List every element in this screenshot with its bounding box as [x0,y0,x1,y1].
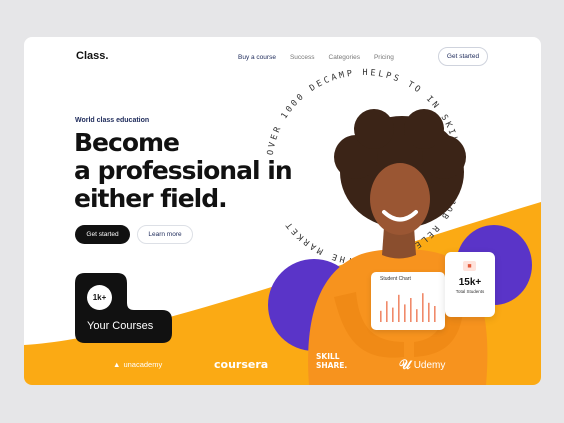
chart-bar [434,306,436,322]
chart-bar [404,304,406,322]
skillshare-line-2: SHARE. [316,361,348,370]
total-students-card[interactable]: ■ 15k+ Total Students [445,252,495,317]
partner-logos: ▲ unacademy coursera SKILL SHARE. 𝒰 Udem… [24,352,541,379]
student-chart-bars [380,293,436,322]
chart-bar [386,301,388,322]
courses-count-badge: 1k+ [87,285,112,310]
udemy-icon: 𝒰 [399,357,411,372]
skillshare-logo[interactable]: SKILL SHARE. [316,352,347,370]
student-photo [308,109,488,385]
student-chart-card[interactable]: Student Chart [371,272,445,330]
landing-card: Class. Buy a course Success Categories P… [24,37,541,385]
unacademy-text: unacademy [123,360,163,369]
total-students-label: Total Students [455,289,485,294]
chart-bar [422,293,424,322]
learn-more-button[interactable]: Learn more [137,225,193,244]
brand-logo[interactable]: Class. [76,50,108,62]
total-students-value: 15k+ [458,277,482,288]
get-started-button[interactable]: Get started [75,225,130,244]
udemy-text: Udemy [413,359,446,371]
unacademy-logo[interactable]: ▲ unacademy [113,360,162,369]
chart-bar [416,309,418,322]
chart-bar [380,310,382,322]
students-icon: ■ [463,261,476,271]
coursera-logo[interactable]: coursera [214,358,268,371]
chart-bar [428,302,430,322]
your-courses-content: 1k+ Your Courses [75,273,172,343]
your-courses-label: Your Courses [87,320,154,332]
udemy-logo[interactable]: 𝒰 Udemy [399,357,445,373]
chart-bar [398,294,400,322]
skillshare-line-1: SKILL [316,352,340,361]
chart-bar [410,298,412,322]
unacademy-icon: ▲ [113,360,121,369]
chart-bar [392,307,394,322]
hero-eyebrow: World class education [75,117,150,124]
